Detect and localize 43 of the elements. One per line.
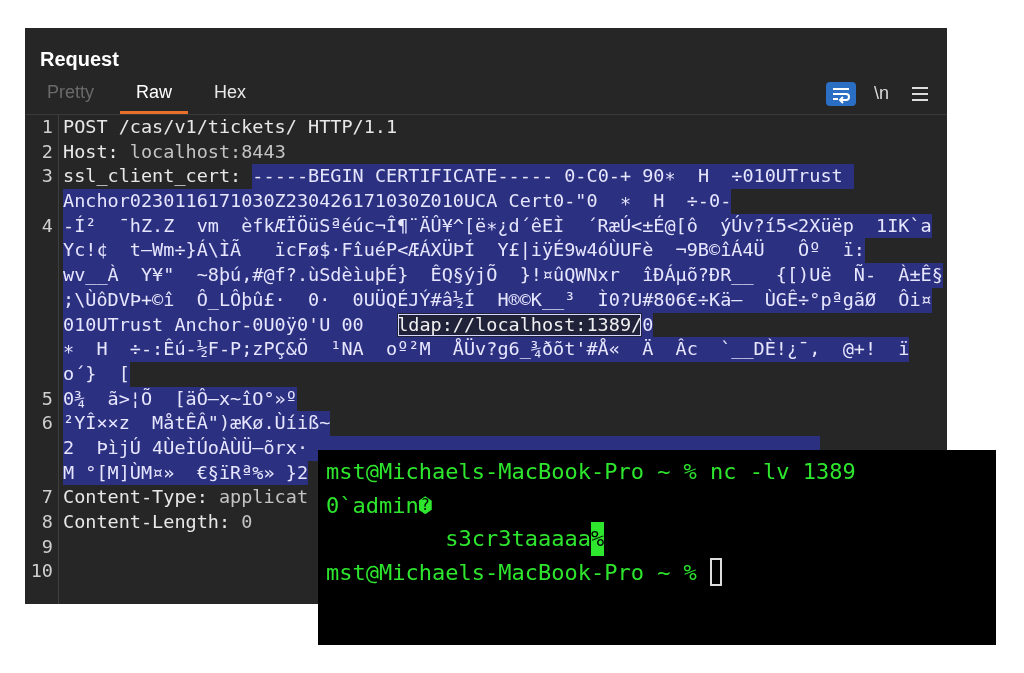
line-number: 3 bbox=[40, 164, 54, 189]
code-text: ssl_client_cert: bbox=[63, 164, 243, 189]
highlighted-match: ldap://localhost:1389/ bbox=[397, 312, 643, 338]
selected-text: Yc!¢ t–Wm÷}Á\ÌÃ ïcFø$·FîuéP<ÆÁXÜÞÍ Y£|iÿÉ9w4óÙUFè ¬9B©îÁ4Ü Ôº ï: bbox=[63, 238, 865, 264]
line-number: 4 bbox=[40, 213, 54, 238]
code-text: Content-Type: bbox=[63, 485, 208, 510]
highlighted-terminal-text: % bbox=[590, 522, 605, 556]
terminal-text: s3cr3taaaaa bbox=[444, 525, 591, 553]
selected-text: Anchor0230116171030Z230426171030Z010UCA Cert0-"0 ∗ H ÷-0- bbox=[63, 189, 732, 214]
selected-text: ∗ H ÷-:Êú-½F-P;zPÇ&Ö ¹NA oº²M ÅÜv?g6_¾ðõt'#Å« Ä Âc `__DÈ!¿¯, @+! ï bbox=[63, 337, 910, 362]
terminal-text: 0`admin bbox=[326, 491, 419, 520]
line-number: 6 bbox=[40, 411, 54, 436]
newline-toggle-button[interactable]: \n bbox=[870, 81, 893, 106]
selected-text: -Í² ¯hZ.Z vm èfkÆÏÖüSªéúc¬Î¶¨ÄÛ¥^[ë∗¿d´êEÌ ´RæÚ<±É@[ô ýÚv?í5<2Xüëp 1IK`a bbox=[63, 213, 932, 239]
selected-text: wv__À Y¥" ~8þú,#@f?.ùSdèìuþÉ} ÊQ§ýjÕ }!¤ûQWNxr îÐÁµõ?ÐR__ {[)Uë Ñ- À±Ê§ bbox=[63, 263, 943, 288]
wrap-lines-button[interactable] bbox=[826, 81, 856, 106]
selected-text: 0¾ ã>¦Õ [äÔ–x~îO°»º bbox=[63, 386, 297, 412]
header-value: applicat bbox=[217, 485, 309, 510]
line-number: 2 bbox=[40, 139, 54, 164]
selected-text: 010UTrust Anchor-0U0ÿ0'U 00 bbox=[63, 312, 398, 338]
selected-text: M °[M]ÙM¤» €§ïRª%» }2 bbox=[63, 460, 309, 486]
header-value: 0 bbox=[240, 510, 253, 534]
selected-text: o´} [ bbox=[63, 361, 130, 387]
code-text: Content-Length: bbox=[63, 510, 231, 534]
selected-text: -----BEGIN CERTIFICATE----- 0-C0-+ 90∗ H ÷010UTrust bbox=[252, 164, 854, 190]
header-value: localhost:8443 bbox=[128, 139, 286, 164]
line-number: 10 bbox=[29, 559, 54, 584]
selected-text: ;\ÙôDVÞ+©î Ô_LÔþû£· 0· 0UÜQÉJÝ#â½Í H®©K__³ Ì0?U#806€÷Kä– ÙGÊ÷°pªgãØ Ôi¤ bbox=[63, 287, 932, 313]
line-number: 5 bbox=[40, 386, 54, 411]
terminal-text: mst@Michaels-MacBook-Pro ~ % bbox=[326, 558, 698, 587]
panel-title: Request bbox=[39, 47, 119, 72]
tab[interactable]: Raw bbox=[120, 76, 189, 114]
line-number: 7 bbox=[40, 485, 54, 510]
line-number: 1 bbox=[40, 115, 54, 139]
code-text: POST /cas/v1/tickets/ HTTP/1.1 bbox=[63, 115, 398, 139]
code-text: Host: bbox=[63, 139, 119, 164]
tab[interactable]: Hex bbox=[198, 76, 263, 114]
selected-text: 0 bbox=[642, 312, 654, 338]
selected-text: ²YÎ××z MåtÊÂ")æKø.Ùíiß~ bbox=[63, 411, 331, 436]
line-number: 8 bbox=[40, 510, 54, 534]
terminal-text: ? bbox=[418, 496, 432, 515]
line-number: 9 bbox=[40, 534, 54, 559]
terminal-text: mst@Michaels-MacBook-Pro ~ % nc -lv 1389 bbox=[326, 458, 856, 486]
